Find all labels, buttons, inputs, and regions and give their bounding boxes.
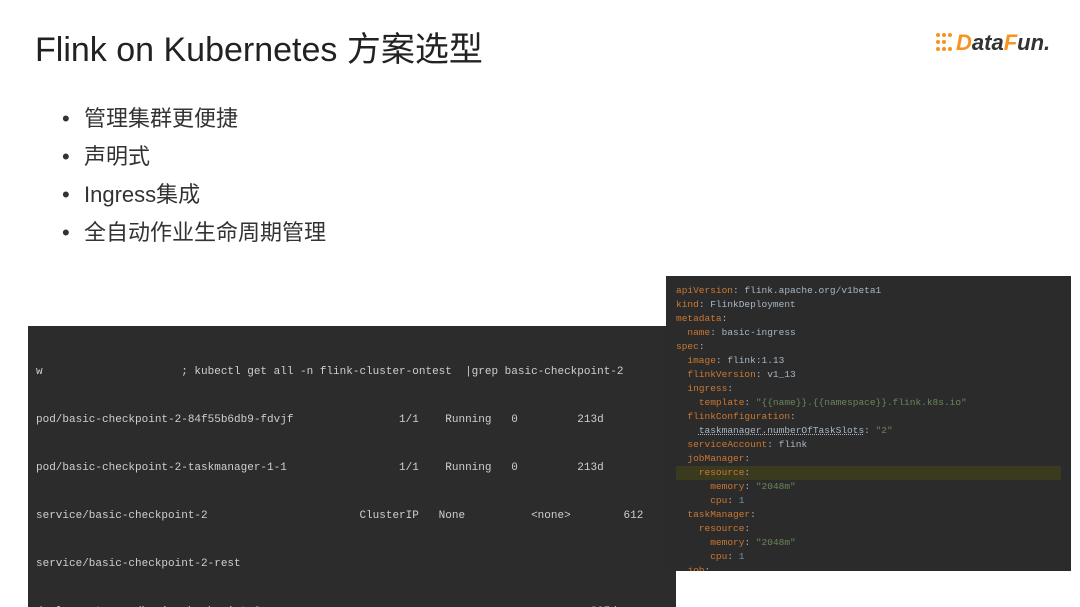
yaml-key: apiVersion bbox=[676, 285, 733, 296]
yaml-value: "2" bbox=[876, 425, 893, 436]
yaml-key: name bbox=[687, 327, 710, 338]
yaml-value: "{{name}}.{{namespace}}.flink.k8s.io" bbox=[756, 397, 967, 408]
terminal-line: w ; kubectl get all -n flink-cluster-ont… bbox=[36, 364, 668, 380]
yaml-key: image bbox=[687, 355, 716, 366]
yaml-value: "2048m" bbox=[756, 537, 796, 548]
yaml-key: memory bbox=[710, 537, 744, 548]
yaml-key: metadata bbox=[676, 313, 722, 324]
logo-ata: ata bbox=[972, 30, 1004, 55]
yaml-value: flink bbox=[779, 439, 808, 450]
yaml-panel: apiVersion: flink.apache.org/v1beta1 kin… bbox=[666, 276, 1071, 571]
bullet-item: 声明式 bbox=[62, 138, 326, 176]
yaml-key: spec bbox=[676, 341, 699, 352]
yaml-key: resource bbox=[699, 523, 745, 534]
yaml-value: flink.apache.org/v1beta1 bbox=[744, 285, 881, 296]
yaml-key: ingress bbox=[687, 383, 727, 394]
yaml-key: template bbox=[699, 397, 745, 408]
datafun-logo: DataFun. bbox=[932, 25, 1052, 64]
svg-text:DataFun.: DataFun. bbox=[956, 30, 1050, 55]
terminal-panel: w ; kubectl get all -n flink-cluster-ont… bbox=[28, 326, 676, 607]
yaml-value: basic-ingress bbox=[722, 327, 796, 338]
yaml-key: resource bbox=[699, 467, 745, 478]
logo-f: F bbox=[1004, 30, 1018, 55]
yaml-value: 1 bbox=[739, 495, 745, 506]
yaml-key: flinkVersion bbox=[687, 369, 755, 380]
yaml-key: memory bbox=[710, 481, 744, 492]
terminal-line: service/basic-checkpoint-2 ClusterIP Non… bbox=[36, 508, 668, 524]
yaml-value: FlinkDeployment bbox=[710, 299, 796, 310]
yaml-key: job bbox=[687, 565, 704, 571]
terminal-line: pod/basic-checkpoint-2-taskmanager-1-1 1… bbox=[36, 460, 668, 476]
bullet-item: Ingress集成 bbox=[62, 176, 326, 214]
terminal-line: pod/basic-checkpoint-2-84f55b6db9-fdvjf … bbox=[36, 412, 668, 428]
logo-d: D bbox=[956, 30, 972, 55]
bullet-item: 全自动作业生命周期管理 bbox=[62, 214, 326, 252]
slide-title: Flink on Kubernetes 方案选型 bbox=[35, 22, 483, 71]
yaml-key: serviceAccount bbox=[687, 439, 767, 450]
yaml-value: flink:1.13 bbox=[727, 355, 784, 366]
yaml-value: 1 bbox=[739, 551, 745, 562]
yaml-value: v1_13 bbox=[767, 369, 796, 380]
yaml-key: taskManager bbox=[687, 509, 750, 520]
yaml-key: taskmanager.numberOfTaskSlots bbox=[699, 425, 864, 436]
bullet-item: 管理集群更便捷 bbox=[62, 100, 326, 138]
yaml-value: "2048m" bbox=[756, 481, 796, 492]
yaml-key: kind bbox=[676, 299, 699, 310]
yaml-key: cpu bbox=[710, 495, 727, 506]
yaml-key: cpu bbox=[710, 551, 727, 562]
slide: Flink on Kubernetes 方案选型 DataFun. 管理集群更便… bbox=[0, 0, 1080, 607]
yaml-key: flinkConfiguration bbox=[687, 411, 790, 422]
logo-un: un. bbox=[1017, 30, 1050, 55]
terminal-line: service/basic-checkpoint-2-rest bbox=[36, 556, 668, 572]
yaml-key: jobManager bbox=[687, 453, 744, 464]
bullet-list: 管理集群更便捷 声明式 Ingress集成 全自动作业生命周期管理 bbox=[62, 100, 326, 252]
